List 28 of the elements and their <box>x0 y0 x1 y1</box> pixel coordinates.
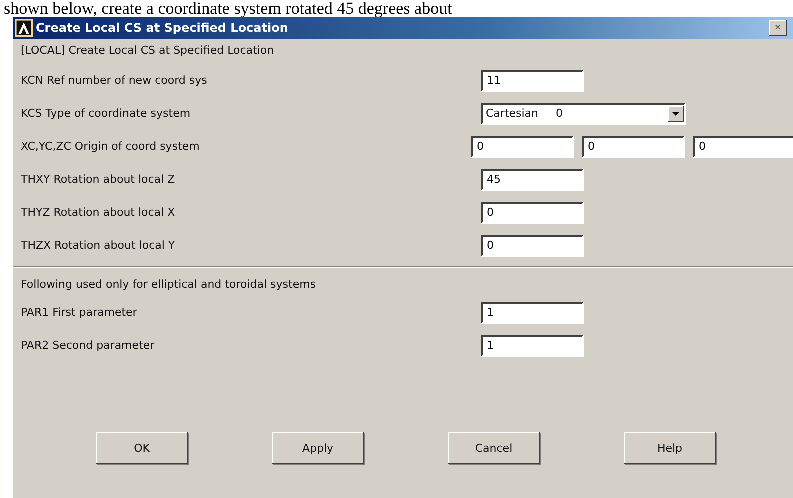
close-button[interactable]: × <box>769 20 787 36</box>
dialog-button[interactable]: OK <box>96 432 188 464</box>
input-field[interactable]: 45 <box>481 168 584 190</box>
field-label: PAR2 Second parameter <box>21 339 156 352</box>
window-title: Create Local CS at Specified Location <box>36 21 290 35</box>
input-field[interactable]: 0 <box>471 136 574 158</box>
input-field[interactable]: 1 <box>481 334 584 356</box>
input-field[interactable]: 1 <box>481 302 584 324</box>
field-label: XC,YC,ZC Origin of coord system <box>21 140 201 153</box>
dialog-heading: [LOCAL] Create Local CS at Specified Location <box>21 44 276 59</box>
document-text: shown below, create a coordinate system rotated 45 degrees about <box>3 0 454 17</box>
input-field[interactable]: 0 <box>481 202 584 224</box>
input-field[interactable]: 0 <box>481 234 584 256</box>
app-logo-icon <box>15 19 33 37</box>
section-note: Following used only for elliptical and toroidal systems <box>21 278 318 293</box>
field-label: PAR1 First parameter <box>21 306 138 319</box>
dialog-button[interactable]: Help <box>624 432 716 464</box>
field-label: KCS Type of coordinate system <box>21 107 192 120</box>
dialog-button[interactable]: Apply <box>272 432 364 464</box>
input-field[interactable]: 0 <box>582 136 685 158</box>
field-label: THZX Rotation about local Y <box>21 239 176 252</box>
field-label: KCN Ref number of new coord sys <box>21 74 208 87</box>
field-label: THXY Rotation about local Z <box>21 173 176 186</box>
field-label: THYZ Rotation about local X <box>21 206 176 219</box>
dialog-button[interactable]: Cancel <box>448 432 540 464</box>
input-field[interactable]: 11 <box>481 70 584 92</box>
dropdown[interactable]: Cartesian 0 <box>481 102 686 124</box>
input-field[interactable]: 0 <box>693 136 793 158</box>
